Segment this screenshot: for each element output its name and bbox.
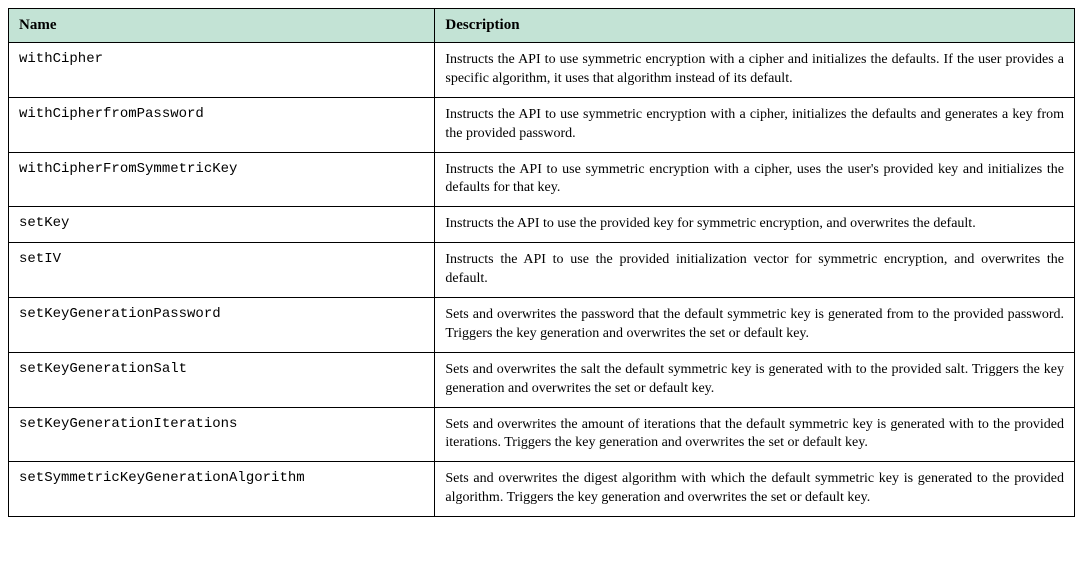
method-description: Instructs the API to use the provided in… — [435, 243, 1075, 298]
table-row: setSymmetricKeyGenerationAlgorithm Sets … — [9, 462, 1075, 517]
table-row: setKey Instructs the API to use the prov… — [9, 207, 1075, 243]
table-row: setIV Instructs the API to use the provi… — [9, 243, 1075, 298]
method-name: setKeyGenerationPassword — [9, 298, 435, 353]
table-row: withCipherfromPassword Instructs the API… — [9, 97, 1075, 152]
table-row: withCipherFromSymmetricKey Instructs the… — [9, 152, 1075, 207]
method-description: Sets and overwrites the digest algorithm… — [435, 462, 1075, 517]
table-row: setKeyGenerationIterations Sets and over… — [9, 407, 1075, 462]
method-description: Instructs the API to use the provided ke… — [435, 207, 1075, 243]
table-row: setKeyGenerationPassword Sets and overwr… — [9, 298, 1075, 353]
method-name: setKey — [9, 207, 435, 243]
method-description: Sets and overwrites the salt the default… — [435, 352, 1075, 407]
method-description: Instructs the API to use symmetric encry… — [435, 43, 1075, 98]
method-name: setSymmetricKeyGenerationAlgorithm — [9, 462, 435, 517]
api-methods-table: Name Description withCipher Instructs th… — [8, 8, 1075, 517]
method-name: withCipher — [9, 43, 435, 98]
table-row: withCipher Instructs the API to use symm… — [9, 43, 1075, 98]
method-name: setKeyGenerationIterations — [9, 407, 435, 462]
method-description: Instructs the API to use symmetric encry… — [435, 152, 1075, 207]
method-name: withCipherFromSymmetricKey — [9, 152, 435, 207]
method-description: Instructs the API to use symmetric encry… — [435, 97, 1075, 152]
header-description: Description — [435, 9, 1075, 43]
header-name: Name — [9, 9, 435, 43]
table-header-row: Name Description — [9, 9, 1075, 43]
method-name: withCipherfromPassword — [9, 97, 435, 152]
method-name: setKeyGenerationSalt — [9, 352, 435, 407]
table-row: setKeyGenerationSalt Sets and overwrites… — [9, 352, 1075, 407]
method-description: Sets and overwrites the amount of iterat… — [435, 407, 1075, 462]
method-description: Sets and overwrites the password that th… — [435, 298, 1075, 353]
method-name: setIV — [9, 243, 435, 298]
